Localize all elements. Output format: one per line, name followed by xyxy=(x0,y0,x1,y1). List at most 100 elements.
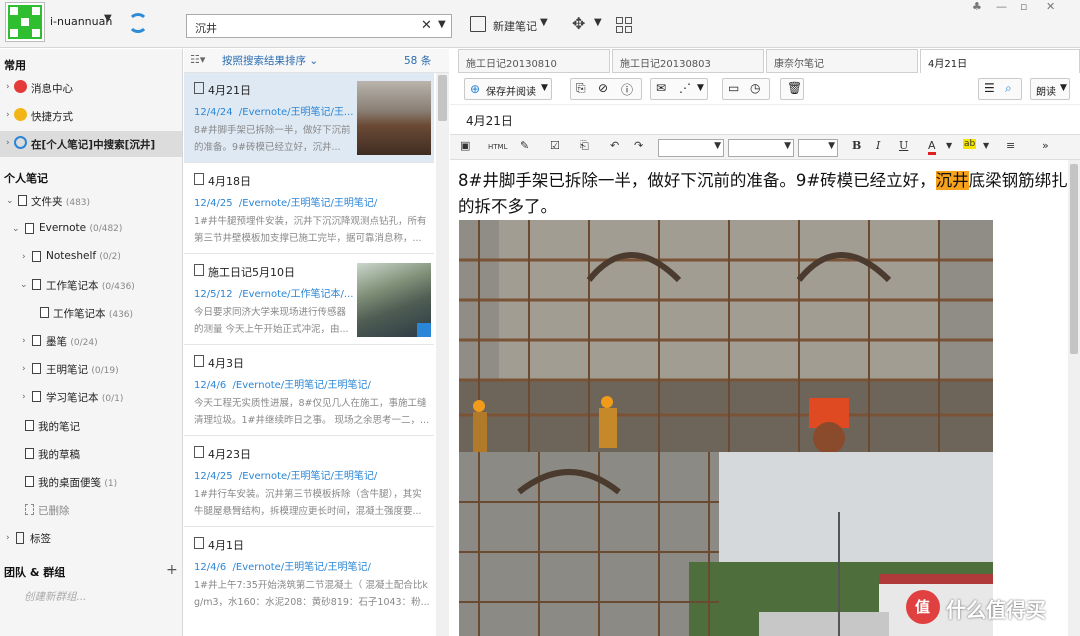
minimize-icon[interactable]: — xyxy=(996,0,1007,13)
heading-select[interactable]: ▼ xyxy=(798,139,838,157)
chevron-down-icon[interactable]: ▼ xyxy=(697,83,704,93)
chevron-right-icon[interactable]: › xyxy=(22,252,26,262)
underline-button[interactable]: U xyxy=(899,139,908,152)
copy-icon[interactable]: ⎗ xyxy=(580,139,589,153)
note-card[interactable]: 施工日记5月10日 12/5/12 /Evernote/工作笔记本/... 今日… xyxy=(184,255,434,345)
share-icon[interactable]: ⋰ xyxy=(679,81,691,95)
chevron-down-icon[interactable]: ▼ xyxy=(594,17,602,28)
info-icon[interactable]: ⓘ xyxy=(621,81,633,98)
close-window-icon[interactable]: ✕ xyxy=(1046,0,1055,13)
new-note-icon[interactable] xyxy=(470,16,486,32)
chevron-right-icon[interactable]: › xyxy=(6,110,10,120)
note-card[interactable]: 4月18日 12/4/25 /Evernote/王明笔记/王明笔记/ 1#井牛腿… xyxy=(184,164,434,254)
note-snippet: 1#井牛腿预埋件安装，沉井下沉沉降观测点钻孔，所有第三节井壁模板加支撑已施工完毕… xyxy=(194,216,427,244)
tree-item-tags[interactable]: 标签 xyxy=(30,531,51,546)
tree-item-study[interactable]: 学习笔记本 (0/1) xyxy=(46,390,123,405)
user-avatar[interactable] xyxy=(6,3,44,41)
font-family-select[interactable]: ▼ xyxy=(658,139,724,157)
note-card[interactable]: 4月3日 12/4/6 /Evernote/王明笔记/王明笔记/ 今天工程无实质… xyxy=(184,346,434,436)
tree-item-mobi[interactable]: 墨笔 (0/24) xyxy=(46,334,98,349)
chevron-down-icon[interactable]: ▼ xyxy=(1060,83,1067,93)
sort-icon[interactable]: ☷▾ xyxy=(190,53,205,66)
font-size-select[interactable]: ▼ xyxy=(728,139,794,157)
tree-item-evernote[interactable]: Evernote (0/482) xyxy=(39,222,122,234)
email-icon[interactable]: ✉ xyxy=(656,81,666,95)
eraser-icon[interactable]: ✎ xyxy=(520,139,529,152)
chevron-right-icon[interactable]: › xyxy=(6,533,10,543)
chevron-down-icon[interactable]: ⌄ xyxy=(6,196,14,206)
align-icon[interactable]: ≡ xyxy=(1006,139,1015,152)
highlight-button[interactable]: ab xyxy=(963,139,977,149)
expand-icon[interactable] xyxy=(417,323,431,337)
more-button[interactable]: » xyxy=(1042,139,1049,152)
chevron-right-icon[interactable]: › xyxy=(22,364,26,374)
tree-item-work-notebook[interactable]: 工作笔记本 (0/436) xyxy=(46,278,135,293)
username[interactable]: i-nuannuan xyxy=(50,15,112,28)
note-image[interactable] xyxy=(459,220,993,454)
list-scrollbar[interactable] xyxy=(436,73,449,636)
comment-icon[interactable]: ▭ xyxy=(728,81,739,95)
tree-item-desktop-notes[interactable]: 我的桌面便笺 (1) xyxy=(38,475,117,490)
sidebar-item-messages[interactable]: 消息中心 xyxy=(31,81,73,96)
sort-dropdown[interactable]: 按照搜索结果排序 ⌄ xyxy=(222,53,318,68)
undo-icon[interactable]: ↶ xyxy=(610,139,619,152)
search-box[interactable]: 沉井 ✕ ▼ xyxy=(186,14,452,38)
note-body[interactable]: 8#井脚手架已拆除一半，做好下沉前的准备。9#砖模已经立好，沉井底梁钢筋绑扎的拆… xyxy=(458,168,1068,220)
sidebar-item-saved-search[interactable]: 在[个人笔记]中搜索[沉井] xyxy=(31,137,155,152)
tree-item-folder[interactable]: 文件夹 (483) xyxy=(31,194,90,209)
read-aloud-button[interactable]: 朗读 ▼ xyxy=(1030,78,1070,100)
html-button[interactable]: HTML xyxy=(488,143,507,151)
chevron-right-icon[interactable]: › xyxy=(22,392,26,402)
tab-note[interactable]: 施工日记20130803 xyxy=(612,49,764,73)
save-read-button[interactable]: ⊕ 保存并阅读 ▼ xyxy=(464,78,552,100)
tree-item-work-notebook-child[interactable]: 工作笔记本 (436) xyxy=(53,306,133,321)
italic-button[interactable]: I xyxy=(876,139,880,152)
chevron-down-icon[interactable]: ▼ xyxy=(983,141,989,150)
clock-icon[interactable]: ◷ xyxy=(750,81,760,95)
attachment-icon[interactable]: ⊘ xyxy=(598,81,608,95)
move-icon[interactable]: ✥ xyxy=(572,14,585,33)
note-card[interactable]: 4月23日 12/4/25 /Evernote/王明笔记/王明笔记/ 1#井行车… xyxy=(184,437,434,527)
maximize-icon[interactable]: ▫ xyxy=(1020,0,1027,13)
new-note-button[interactable]: 新建笔记 xyxy=(493,18,537,34)
chevron-right-icon[interactable]: › xyxy=(22,336,26,346)
note-card[interactable]: 4月1日 12/4/6 /Evernote/王明笔记/王明笔记/ 1#井上午7:… xyxy=(184,528,434,636)
bookmark-icon[interactable]: ⎘ xyxy=(576,81,586,96)
bold-button[interactable]: B xyxy=(852,139,861,152)
chevron-down-icon[interactable]: ▼ xyxy=(104,13,112,24)
chevron-down-icon[interactable]: ⌄ xyxy=(20,280,28,290)
close-icon[interactable]: ✕ xyxy=(421,18,432,33)
skin-icon[interactable]: ♣ xyxy=(972,0,982,13)
chevron-down-icon[interactable]: ▼ xyxy=(438,19,446,30)
add-group-button[interactable]: + xyxy=(166,562,178,578)
layout-icon[interactable] xyxy=(616,17,634,35)
delete-button[interactable]: 🗑 xyxy=(780,78,804,100)
chevron-down-icon[interactable]: ▼ xyxy=(540,17,548,28)
redo-icon[interactable]: ↷ xyxy=(634,139,643,152)
search-input[interactable]: 沉井 xyxy=(195,20,217,36)
chevron-down-icon[interactable]: ▼ xyxy=(946,141,952,150)
note-title-field[interactable]: 4月21日 xyxy=(466,112,513,129)
outline-icon[interactable]: ☰ xyxy=(984,81,995,95)
chevron-right-icon[interactable]: › xyxy=(6,82,10,92)
tab-note[interactable]: 施工日记20130810 xyxy=(458,49,610,73)
editor-scrollbar[interactable] xyxy=(1068,160,1080,636)
chevron-down-icon[interactable]: ▼ xyxy=(541,83,548,93)
sidebar-item-shortcuts[interactable]: 快捷方式 xyxy=(31,109,73,124)
tree-item-wangming[interactable]: 王明笔记 (0/19) xyxy=(46,362,119,377)
create-group-link[interactable]: 创建新群组... xyxy=(24,589,87,604)
tab-note[interactable]: 康奈尔笔记 xyxy=(766,49,918,73)
tree-item-drafts[interactable]: 我的草稿 xyxy=(38,447,80,462)
chevron-down-icon[interactable]: ⌄ xyxy=(12,224,20,234)
chevron-right-icon[interactable]: › xyxy=(6,138,10,148)
tree-item-trash[interactable]: 已删除 xyxy=(38,503,70,518)
note-card[interactable]: 4月21日 12/4/24 /Evernote/王明笔记/王... 8#井脚手架… xyxy=(184,73,434,163)
tree-item-noteshelf[interactable]: Noteshelf (0/2) xyxy=(46,250,121,262)
zoom-icon[interactable]: ⌕ xyxy=(1005,81,1012,96)
font-color-button[interactable]: A xyxy=(928,139,936,155)
checkbox-icon[interactable]: ☑ xyxy=(550,139,560,152)
tab-active-note[interactable]: 4月21日 xyxy=(920,49,1080,73)
save-icon[interactable]: ▣ xyxy=(460,139,470,152)
sync-icon[interactable] xyxy=(128,13,148,33)
tree-item-my-notes[interactable]: 我的笔记 xyxy=(38,419,80,434)
